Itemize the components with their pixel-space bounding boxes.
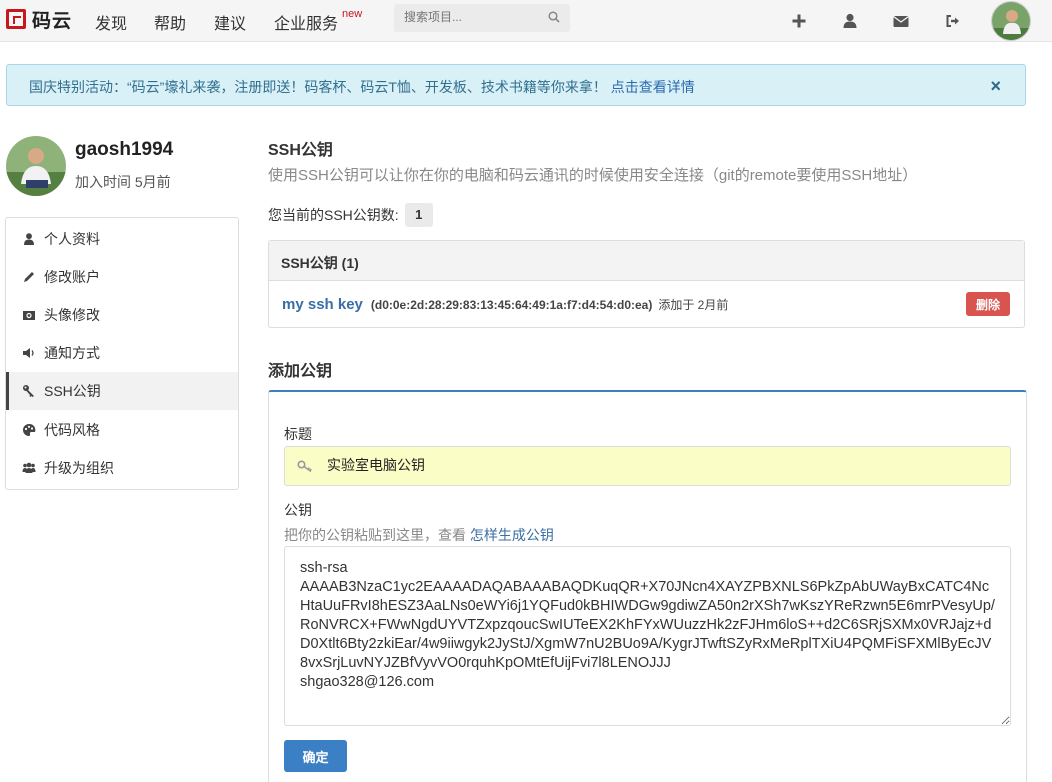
profile-username[interactable]: gaosh1994 (75, 139, 173, 161)
key-added-time: 添加于 2月前 (658, 298, 729, 312)
profile-joined: 加入时间 5月前 (75, 174, 171, 190)
palette-icon (23, 423, 36, 436)
search-input[interactable] (404, 10, 544, 24)
how-to-generate-link[interactable]: 怎样生成公钥 (470, 527, 554, 543)
nav-help[interactable]: 帮助 (154, 10, 186, 34)
sidebar-item-ssh-keys[interactable]: SSH公钥 (6, 372, 238, 410)
envelope-icon[interactable] (892, 12, 910, 30)
key-count-label: 您当前的SSH公钥数: (268, 207, 399, 223)
sidebar-item-label: 代码风格 (44, 422, 100, 438)
page-title: SSH公钥 (268, 142, 333, 159)
close-icon[interactable]: × (990, 76, 1001, 97)
nav-avatar[interactable] (991, 1, 1031, 41)
list-item: my ssh key (d0:0e:2d:28:29:83:13:45:64:4… (282, 296, 728, 313)
logo-text: 码云 (32, 10, 73, 32)
plus-icon[interactable] (790, 12, 808, 30)
key-count-badge: 1 (404, 203, 433, 227)
camera-icon (23, 311, 35, 320)
pencil-icon (24, 272, 34, 282)
title-field (284, 446, 1011, 486)
profile-avatar[interactable] (6, 136, 66, 196)
ssh-keys-panel-title: SSH公钥 (1) (269, 241, 1024, 281)
sidebar-item-label: 个人资料 (44, 231, 100, 247)
top-navbar: 码云 发现 帮助 建议 企业服务 new (0, 0, 1052, 42)
sidebar-item-label: 升级为组织 (44, 460, 114, 476)
settings-sidebar: 个人资料 修改账户 头像修改 通知方式 SSH公钥 代码风格 升级为组织 (5, 217, 239, 490)
volume-icon (23, 348, 34, 358)
new-badge: new (342, 8, 363, 20)
sidebar-item-upgrade-org[interactable]: 升级为组织 (6, 449, 238, 487)
alert-text: 国庆特别活动：“码云”壕礼来袭，注册即送！码客杯、码云T恤、开发板、技术书籍等你… (29, 79, 607, 95)
title-input[interactable] (327, 457, 927, 473)
sidebar-item-label: 修改账户 (44, 269, 100, 285)
sidebar-item-notifications[interactable]: 通知方式 (6, 334, 238, 372)
key-field-label: 公钥 (284, 502, 312, 518)
add-key-form: 标题 公钥 把你的公钥粘贴到这里，查看 怎样生成公钥 ssh-rsa AAAAB… (268, 390, 1027, 782)
sidebar-item-avatar[interactable]: 头像修改 (6, 296, 238, 334)
sidebar-item-label: 通知方式 (44, 345, 100, 361)
nav-discover[interactable]: 发现 (95, 10, 127, 34)
nav-enterprise[interactable]: 企业服务 (274, 10, 338, 34)
sidebar-item-profile[interactable]: 个人资料 (6, 220, 238, 258)
key-field-hint: 把你的公钥粘贴到这里，查看 怎样生成公钥 (284, 525, 554, 545)
group-icon (22, 462, 36, 473)
sidebar-item-account[interactable]: 修改账户 (6, 258, 238, 296)
promo-alert: 国庆特别活动：“码云”壕礼来袭，注册即送！码客杯、码云T恤、开发板、技术书籍等你… (6, 64, 1026, 106)
submit-button[interactable]: 确定 (284, 740, 347, 772)
sign-out-icon[interactable] (944, 12, 962, 30)
user-icon (24, 233, 34, 245)
search-icon[interactable] (548, 11, 560, 23)
logo[interactable]: 码云 (6, 8, 73, 32)
sidebar-item-label: 头像修改 (44, 307, 100, 323)
key-icon (23, 385, 34, 397)
title-field-label: 标题 (284, 426, 312, 442)
search-box (394, 4, 570, 32)
add-key-heading: 添加公钥 (268, 363, 333, 380)
key-fingerprint: (d0:0e:2d:28:29:83:13:45:64:49:1a:f7:d4:… (370, 298, 653, 312)
nav-suggest[interactable]: 建议 (214, 10, 246, 34)
delete-key-button[interactable]: 删除 (966, 292, 1010, 316)
user-icon[interactable] (841, 12, 859, 30)
public-key-textarea[interactable]: ssh-rsa AAAAB3NzaC1yc2EAAAADAQABAAABAQDK… (284, 546, 1011, 726)
alert-link[interactable]: 点击查看详情 (611, 79, 695, 95)
logo-icon (6, 9, 26, 29)
ssh-description: 使用SSH公钥可以让你在你的电脑和码云通讯的时候使用安全连接（git的remot… (268, 167, 918, 184)
ssh-keys-panel: SSH公钥 (1) my ssh key (d0:0e:2d:28:29:83:… (268, 240, 1025, 328)
sidebar-item-label: SSH公钥 (44, 383, 101, 399)
sidebar-item-code-style[interactable]: 代码风格 (6, 411, 238, 449)
key-name-link[interactable]: my ssh key (282, 296, 363, 313)
key-count-row: 您当前的SSH公钥数: 1 (268, 203, 433, 227)
key-icon (297, 460, 312, 473)
hint-text: 把你的公钥粘贴到这里，查看 (284, 527, 466, 543)
